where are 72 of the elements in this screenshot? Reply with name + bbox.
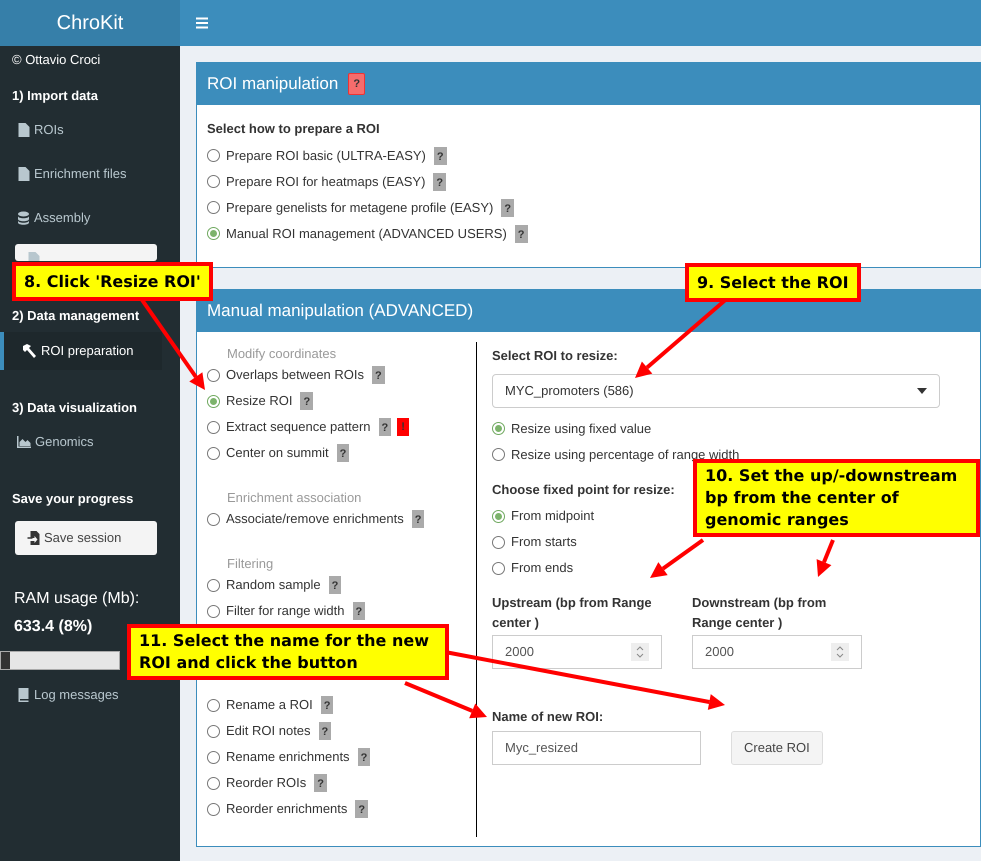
roi-select[interactable]: MYC_promoters (586) [492, 374, 940, 408]
help-badge[interactable]: ? [336, 444, 350, 462]
help-badge[interactable]: ? [434, 146, 447, 164]
ram-value: 633.4 (8%) [14, 616, 92, 636]
section-heading: 3) Data visualization [11, 398, 138, 417]
warning-badge[interactable]: ! [397, 418, 409, 436]
sidebar-item[interactable]: Genomics [0, 423, 162, 461]
group-heading: Modify coordinates [226, 345, 338, 362]
upstream-field[interactable]: 2000 [492, 635, 662, 669]
field-label: Downstream (bp from Range center ) [692, 594, 828, 632]
option-label: Prepare genelists for metagene profile (EASY) [226, 198, 494, 217]
callout-note: 11. Select the name for the new ROI and click the button [127, 624, 449, 680]
copyright-text: © Ottavio Croci [11, 51, 102, 69]
option-label: Center on summit [226, 444, 329, 462]
option-label: Resize ROI [226, 392, 292, 410]
help-badge[interactable]: ? [328, 576, 342, 594]
field-label: Select how to prepare a ROI [207, 120, 381, 138]
option-label: Associate/remove enrichments [226, 510, 404, 528]
sidebar-item[interactable]: Enrichment files [0, 155, 162, 193]
sidebar-item[interactable]: ROI preparation [0, 332, 162, 370]
option-label: Filter for range width [226, 602, 344, 620]
field-label: Choose fixed point for resize: [492, 480, 675, 499]
option-label: Edit ROI notes [226, 722, 311, 740]
help-badge[interactable]: ? [372, 366, 385, 384]
field-label: Select ROI to resize: [492, 347, 619, 365]
sidebar-item[interactable]: ROIs [0, 111, 162, 149]
section-heading: 2) Data management [11, 307, 140, 325]
callout-note: 10. Set the up/-downstream bp from the center of genomic ranges [693, 459, 980, 537]
option-label: Rename a ROI [226, 696, 313, 714]
panel-title: ROI manipulation [207, 73, 338, 96]
field-label: Name of new ROI: [492, 708, 604, 726]
downstream-field[interactable]: 2000 [692, 635, 862, 669]
create-roi-button[interactable]: Create ROI [731, 730, 823, 764]
help-badge[interactable]: ? [348, 73, 366, 95]
help-badge[interactable]: ? [412, 510, 424, 528]
section-heading: Save your progress [11, 490, 134, 508]
help-badge[interactable]: ? [358, 748, 370, 766]
group-heading: Enrichment association [226, 489, 362, 506]
help-badge[interactable]: ? [355, 800, 368, 818]
option-label: Prepare ROI for heatmaps (EASY) [226, 172, 426, 191]
section-heading: 1) Import data [11, 86, 99, 105]
option-label: From starts [511, 533, 577, 552]
help-badge[interactable]: ? [501, 198, 514, 216]
group-heading: Filtering [226, 555, 274, 572]
option-label: Reorder ROIs [226, 774, 306, 792]
help-badge[interactable]: ? [352, 602, 366, 620]
help-badge[interactable]: ? [300, 392, 314, 410]
panel-title: Manual manipulation (ADVANCED) [207, 300, 474, 322]
ram-label: RAM usage (Mb): [14, 588, 140, 608]
option-label: Random sample [226, 576, 321, 594]
option-label: Prepare ROI basic (ULTRA-EASY) [226, 146, 426, 165]
field-label: Upstream (bp from Range center ) [492, 594, 653, 632]
save-session-button[interactable]: Save session [15, 520, 157, 554]
option-label: Extract sequence pattern [226, 418, 371, 436]
callout-note: 9. Select the ROI [685, 263, 861, 302]
help-badge[interactable]: ? [514, 224, 528, 242]
option-label: From ends [511, 559, 574, 578]
option-label: Overlaps between ROIs [226, 366, 364, 384]
name-field[interactable]: Myc_resized [492, 730, 701, 764]
option-label: From midpoint [511, 507, 594, 526]
option-label: Reorder enrichments [226, 800, 348, 818]
help-badge[interactable]: ? [320, 696, 334, 714]
help-badge[interactable]: ? [378, 418, 392, 436]
option-label: Resize using fixed value [511, 420, 652, 438]
option-label: Manual ROI management (ADVANCED USERS) [226, 224, 507, 243]
help-badge[interactable]: ? [314, 774, 327, 792]
option-label: Rename enrichments [226, 748, 350, 766]
help-badge[interactable]: ? [433, 172, 446, 190]
callout-note: 8. Click 'Resize ROI' [12, 262, 213, 301]
help-badge[interactable]: ? [318, 722, 332, 740]
app-logo: ChroKit [0, 0, 180, 46]
sidebar-item[interactable]: Assembly [0, 199, 162, 237]
